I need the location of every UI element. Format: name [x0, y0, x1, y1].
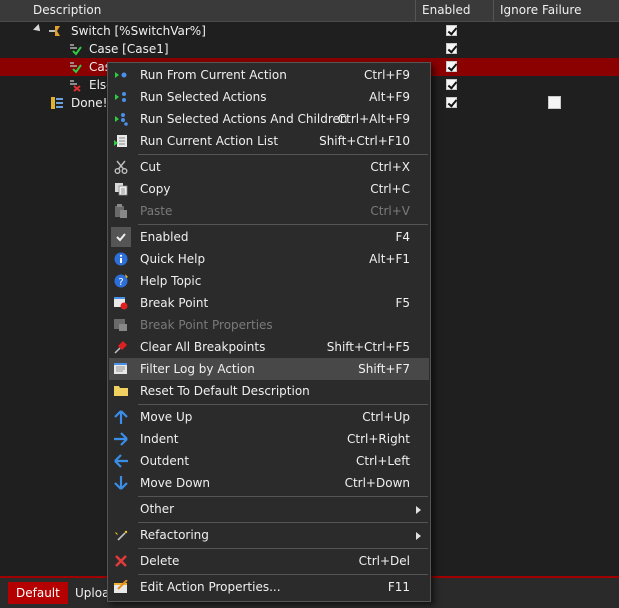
- menu-separator: [138, 154, 428, 155]
- run-selected-icon: [115, 92, 126, 102]
- arrow-down-icon: [114, 476, 128, 490]
- menu-item-help-topic[interactable]: ? Help Topic: [109, 270, 429, 292]
- menu-item-run-selected[interactable]: Run Selected Actions Alt+F9: [109, 86, 429, 108]
- run-from-icon: [115, 72, 127, 78]
- folder-icon: [114, 386, 128, 396]
- arrow-left-icon: [114, 454, 128, 468]
- enabled-checkbox[interactable]: [446, 79, 457, 90]
- info-icon: [114, 252, 128, 266]
- arrow-up-icon: [114, 410, 128, 424]
- case-icon: [70, 62, 82, 74]
- menu-item-enabled[interactable]: Enabled F4: [109, 226, 429, 248]
- menu-separator: [138, 522, 428, 523]
- help-icon: ?: [114, 274, 128, 288]
- scissors-icon: [114, 160, 128, 174]
- delete-icon: [115, 555, 127, 567]
- enabled-checkbox[interactable]: [446, 25, 457, 36]
- menu-item-other[interactable]: Other: [109, 498, 429, 520]
- menu-item-run-from-current[interactable]: Run From Current Action Ctrl+F9: [109, 64, 429, 86]
- column-description[interactable]: Description: [27, 0, 416, 21]
- menu-separator: [138, 548, 428, 549]
- context-menu: Run From Current Action Ctrl+F9 Run Sele…: [107, 62, 431, 602]
- expand-icon[interactable]: [33, 24, 43, 34]
- filter-log-icon: [114, 363, 127, 374]
- menu-item-indent[interactable]: Indent Ctrl+Right: [109, 428, 429, 450]
- tab-default[interactable]: Default: [8, 582, 68, 604]
- svg-text:?: ?: [118, 277, 123, 288]
- menu-item-move-up[interactable]: Move Up Ctrl+Up: [109, 406, 429, 428]
- menu-item-clear-breakpoints[interactable]: Clear All Breakpoints Shift+Ctrl+F5: [109, 336, 429, 358]
- arrow-right-icon: [114, 432, 128, 446]
- run-list-icon: [114, 135, 127, 147]
- menu-separator: [138, 224, 428, 225]
- edit-properties-icon: [114, 580, 128, 593]
- clear-breakpoints-icon: [114, 341, 127, 354]
- tree-row-label: Case [Case1]: [89, 42, 169, 56]
- tree-row-switch[interactable]: Switch [%SwitchVar%]: [0, 22, 619, 40]
- tree-row-case1[interactable]: Case [Case1]: [0, 40, 619, 58]
- submenu-arrow-icon: [416, 532, 421, 540]
- check-icon: [111, 227, 131, 247]
- menu-item-paste[interactable]: Paste Ctrl+V: [109, 200, 429, 222]
- submenu-arrow-icon: [416, 506, 421, 514]
- enabled-checkbox[interactable]: [446, 61, 457, 72]
- menu-separator: [138, 404, 428, 405]
- tree-row-label: Done!: [71, 96, 108, 110]
- switch-icon: [49, 26, 60, 36]
- menu-item-reset-description[interactable]: Reset To Default Description: [109, 380, 429, 402]
- menu-item-copy[interactable]: Copy Ctrl+C: [109, 178, 429, 200]
- tree-row-label: Switch [%SwitchVar%]: [71, 24, 206, 38]
- done-list-icon: [51, 97, 63, 109]
- menu-item-outdent[interactable]: Outdent Ctrl+Left: [109, 450, 429, 472]
- case-icon: [70, 44, 82, 56]
- refactoring-icon: [115, 530, 128, 541]
- menu-item-cut[interactable]: Cut Ctrl+X: [109, 156, 429, 178]
- menu-item-delete[interactable]: Delete Ctrl+Del: [109, 550, 429, 572]
- menu-item-break-point[interactable]: Break Point F5: [109, 292, 429, 314]
- breakpoint-properties-icon: [114, 319, 127, 331]
- copy-icon: [115, 183, 128, 196]
- menu-item-quick-help[interactable]: Quick Help Alt+F1: [109, 248, 429, 270]
- menu-item-edit-properties[interactable]: Edit Action Properties... F11: [109, 576, 429, 598]
- menu-item-move-down[interactable]: Move Down Ctrl+Down: [109, 472, 429, 494]
- menu-item-refactoring[interactable]: Refactoring: [109, 524, 429, 546]
- menu-item-run-current-list[interactable]: Run Current Action List Shift+Ctrl+F10: [109, 130, 429, 152]
- menu-separator: [138, 574, 428, 575]
- menu-item-filter-log[interactable]: Filter Log by Action Shift+F7: [109, 358, 429, 380]
- menu-item-break-point-properties[interactable]: Break Point Properties: [109, 314, 429, 336]
- menu-separator: [138, 496, 428, 497]
- else-icon: [70, 80, 81, 92]
- enabled-checkbox[interactable]: [446, 97, 457, 108]
- column-header: Description Enabled Ignore Failure: [0, 0, 619, 22]
- menu-item-run-selected-children[interactable]: Run Selected Actions And Children Ctrl+A…: [109, 108, 429, 130]
- ignore-failure-checkbox[interactable]: [548, 96, 561, 109]
- paste-icon: [115, 204, 127, 218]
- breakpoint-icon: [114, 297, 128, 310]
- column-ignore-failure[interactable]: Ignore Failure: [494, 0, 619, 21]
- run-children-icon: [115, 113, 128, 126]
- column-enabled[interactable]: Enabled: [416, 0, 494, 21]
- enabled-checkbox[interactable]: [446, 43, 457, 54]
